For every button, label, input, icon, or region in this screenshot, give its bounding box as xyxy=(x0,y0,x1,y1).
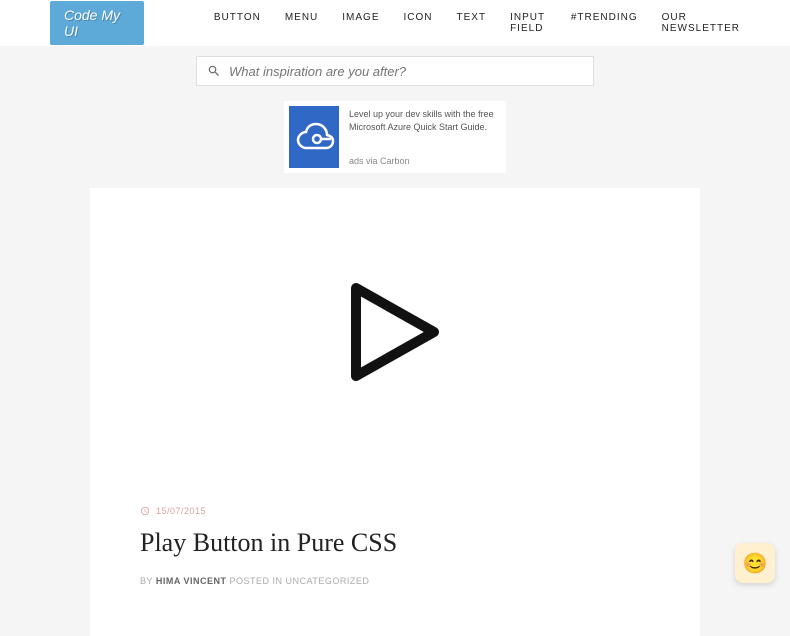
nav-input-field[interactable]: INPUT FIELD xyxy=(510,12,547,34)
ad-via: ads via Carbon xyxy=(349,155,501,168)
nav-icon[interactable]: ICON xyxy=(404,12,433,34)
ad-image xyxy=(289,106,339,168)
search-icon xyxy=(207,64,221,78)
ad-container: Level up your dev skills with the free M… xyxy=(0,96,790,188)
cloud-icon xyxy=(289,119,339,155)
article: 15/07/2015 Play Button in Pure CSS BY HI… xyxy=(90,188,700,636)
article-title: Play Button in Pure CSS xyxy=(140,528,650,558)
featured-image xyxy=(241,208,549,456)
header: Code My UI BUTTON MENU IMAGE ICON TEXT I… xyxy=(0,0,790,46)
chat-widget[interactable]: 😊 xyxy=(735,543,775,583)
smile-icon: 😊 xyxy=(743,551,768,576)
by-label: BY xyxy=(140,576,156,586)
nav-menu[interactable]: MENU xyxy=(285,12,318,34)
search-input[interactable] xyxy=(229,64,583,79)
nav: BUTTON MENU IMAGE ICON TEXT INPUT FIELD … xyxy=(214,12,740,34)
ad-box[interactable]: Level up your dev skills with the free M… xyxy=(284,101,506,173)
search-box[interactable] xyxy=(196,56,594,86)
posted-in: POSTED IN UNCATEGORIZED xyxy=(227,576,370,586)
nav-trending[interactable]: #TRENDING xyxy=(571,12,638,34)
nav-text[interactable]: TEXT xyxy=(457,12,487,34)
meta-date: 15/07/2015 xyxy=(140,506,650,516)
play-icon xyxy=(348,280,442,384)
article-date[interactable]: 15/07/2015 xyxy=(156,506,206,516)
logo[interactable]: Code My UI xyxy=(50,1,144,45)
ad-copy: Level up your dev skills with the free M… xyxy=(349,108,501,133)
search-container xyxy=(0,46,790,96)
nav-image[interactable]: IMAGE xyxy=(342,12,379,34)
ad-text: Level up your dev skills with the free M… xyxy=(349,106,501,168)
clock-icon xyxy=(140,506,150,516)
nav-newsletter[interactable]: OUR NEWSLETTER xyxy=(662,12,740,34)
byline: BY HIMA VINCENT POSTED IN UNCATEGORIZED xyxy=(140,576,650,586)
author-link[interactable]: HIMA VINCENT xyxy=(156,576,227,586)
nav-button[interactable]: BUTTON xyxy=(214,12,261,34)
